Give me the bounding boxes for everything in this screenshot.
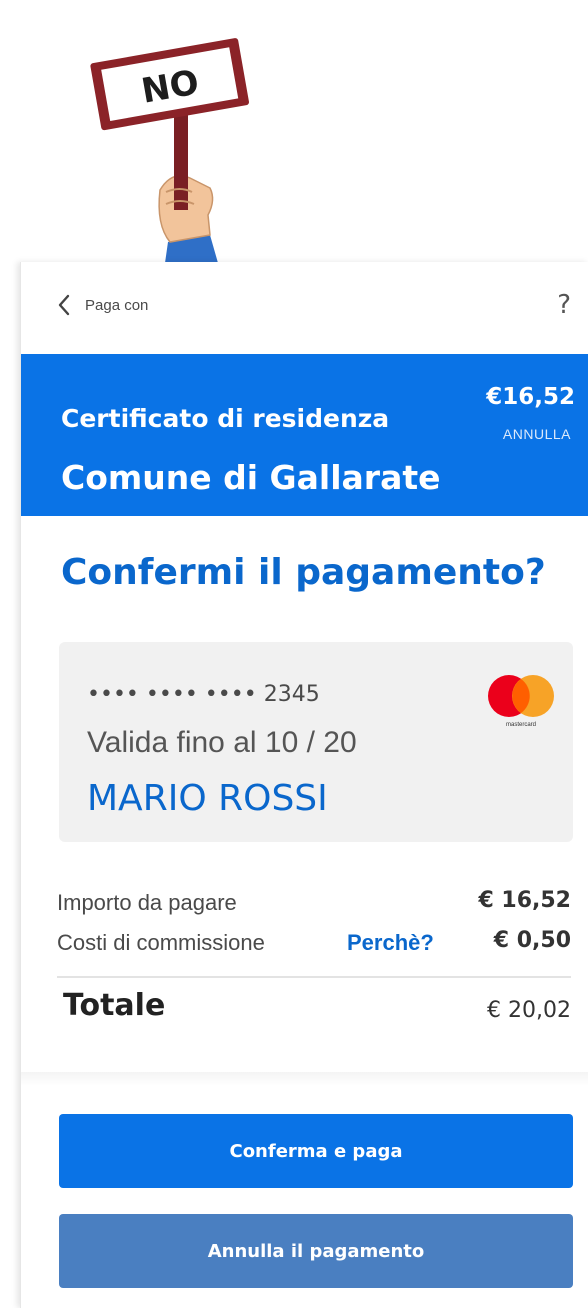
back-button[interactable]: Paga con — [57, 294, 148, 316]
municipality-name: Comune di Gallarate — [61, 458, 441, 497]
total-row: Totale € 20,02 — [57, 978, 571, 1038]
cancel-payment-button[interactable]: Annulla il pagamento — [59, 1214, 573, 1288]
card-brand-text: mastercard — [505, 722, 536, 728]
total-label: Totale — [63, 988, 166, 1023]
payment-card[interactable]: •••• •••• •••• 2345 Valida fino al 10 / … — [59, 642, 573, 842]
fee-value: € 0,50 — [493, 928, 571, 953]
fee-label: Costi di commissione — [57, 930, 265, 955]
protest-sign-illustration: NO — [60, 20, 290, 270]
chevron-left-icon — [57, 294, 71, 316]
fee-why-link[interactable]: Perchè? — [347, 930, 434, 956]
cancel-link[interactable]: ANNULLA — [503, 426, 571, 442]
fee-row: Costi di commissione Perchè? € 0,50 — [57, 922, 571, 962]
back-label: Paga con — [85, 296, 149, 314]
card-expiry: Valida fino al 10 / 20 — [87, 726, 357, 759]
confirm-pay-button[interactable]: Conferma e paga — [59, 1114, 573, 1188]
amount-label: Importo da pagare — [57, 890, 237, 915]
service-name: Certificato di residenza — [61, 404, 390, 433]
amount-value: € 16,52 — [478, 888, 571, 913]
page-title: Confermi il pagamento? — [61, 552, 546, 593]
payment-header: Certificato di residenza €16,52 ANNULLA … — [21, 354, 588, 516]
top-bar: Paga con ? — [21, 262, 588, 354]
header-amount: €16,52 — [486, 384, 575, 410]
protest-sign-icon: NO — [90, 38, 249, 270]
payment-panel: Paga con ? Certificato di residenza €16,… — [20, 262, 588, 1308]
amount-row: Importo da pagare € 16,52 — [57, 882, 571, 922]
section-separator — [21, 1072, 588, 1086]
payment-summary: Importo da pagare € 16,52 Costi di commi… — [57, 882, 571, 1038]
card-number: •••• •••• •••• 2345 — [87, 682, 320, 707]
mastercard-icon: mastercard — [483, 672, 559, 732]
help-button[interactable]: ? — [557, 290, 571, 320]
card-holder: MARIO ROSSI — [87, 778, 328, 819]
total-value: € 20,02 — [487, 998, 571, 1023]
